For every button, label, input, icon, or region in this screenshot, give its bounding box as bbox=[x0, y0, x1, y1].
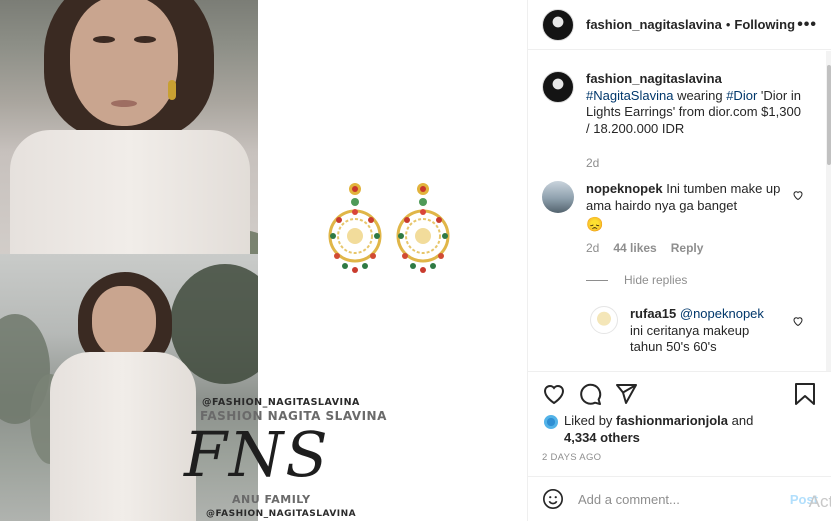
model-photo-top bbox=[0, 0, 258, 254]
likes-prefix: Liked by bbox=[564, 413, 617, 428]
comment-icon[interactable] bbox=[578, 382, 602, 406]
reply-text: ini ceritanya makeup tahun 50's 60's bbox=[630, 322, 750, 355]
watermark-family: ANU FAMILY bbox=[232, 493, 311, 506]
comment-meta: 2d 44 likes Reply bbox=[586, 241, 703, 255]
watermark-handle-top: @FASHION_NAGITASLAVINA bbox=[202, 397, 360, 408]
reply-item: rufaa15 @nopeknopek ini ceritanya makeup… bbox=[590, 306, 780, 356]
post-header: fashion_nagitaslavina • Following ••• bbox=[528, 0, 831, 50]
save-bookmark-icon[interactable] bbox=[794, 382, 816, 406]
like-heart-icon[interactable] bbox=[542, 382, 566, 406]
share-icon[interactable] bbox=[614, 382, 638, 406]
reply-mention[interactable]: @nopeknopek bbox=[680, 306, 764, 321]
hashtag-link[interactable]: #NagitaSlavina bbox=[586, 88, 673, 103]
reply-like-heart-icon[interactable] bbox=[792, 315, 804, 327]
author-username[interactable]: fashion_nagitaslavina bbox=[586, 17, 722, 32]
comment-item: nopeknopek Ini tumben make up ama hairdo… bbox=[542, 181, 786, 233]
caption: fashion_nagitaslavina #NagitaSlavina wea… bbox=[542, 71, 806, 172]
following-button[interactable]: Following bbox=[734, 17, 795, 32]
post-date[interactable]: 2 DAYS AGO bbox=[542, 452, 601, 463]
post-panel: fashion_nagitaslavina • Following ••• fa… bbox=[527, 0, 831, 521]
post-media[interactable]: @FASHION_NAGITASLAVINA FASHION NAGITA SL… bbox=[0, 0, 527, 521]
caption-time[interactable]: 2d bbox=[586, 155, 806, 172]
activate-windows-overlay: Acti bbox=[808, 492, 831, 511]
comment-input[interactable] bbox=[578, 491, 768, 507]
post-actions: Liked by fashionmarionjola and 4,334 oth… bbox=[528, 371, 831, 476]
comment-time[interactable]: 2d bbox=[586, 241, 599, 255]
reply-avatar[interactable] bbox=[590, 306, 618, 334]
hide-replies-button[interactable]: Hide replies bbox=[586, 273, 687, 287]
comment-reply-button[interactable]: Reply bbox=[671, 241, 704, 255]
watermark-handle-bottom: @FASHION_NAGITASLAVINA bbox=[206, 509, 357, 519]
hashtag-link[interactable]: #Dior bbox=[726, 88, 757, 103]
liker-avatar[interactable] bbox=[542, 413, 560, 431]
caption-text: #NagitaSlavina wearing #Dior 'Dior in Li… bbox=[586, 88, 806, 138]
caption-username[interactable]: fashion_nagitaslavina bbox=[586, 71, 806, 88]
comment-likes[interactable]: 44 likes bbox=[613, 241, 656, 255]
caption-text-part: wearing bbox=[673, 87, 727, 103]
likes-middle: and bbox=[728, 413, 754, 428]
hide-replies-label: Hide replies bbox=[624, 273, 688, 287]
author-avatar[interactable] bbox=[542, 8, 574, 41]
more-options-icon[interactable]: ••• bbox=[797, 16, 817, 34]
comment-like-heart-icon[interactable] bbox=[792, 189, 804, 201]
comments-scrollbar[interactable] bbox=[826, 51, 831, 371]
add-comment-bar: Post bbox=[528, 476, 831, 521]
comment-emoji: 😞 bbox=[586, 216, 604, 232]
comments-list[interactable]: fashion_nagitaslavina #NagitaSlavina wea… bbox=[528, 51, 831, 371]
watermark-logo: FNS bbox=[184, 418, 330, 491]
reply-username[interactable]: rufaa15 bbox=[630, 306, 676, 321]
earring-right-image bbox=[396, 183, 450, 273]
earring-left-image bbox=[328, 183, 382, 273]
caption-avatar[interactable] bbox=[542, 71, 574, 103]
likes-summary: Liked by fashionmarionjola and 4,334 oth… bbox=[542, 412, 774, 446]
emoji-icon[interactable] bbox=[542, 488, 564, 510]
commenter-username[interactable]: nopeknopek bbox=[586, 181, 663, 196]
liker-username[interactable]: fashionmarionjola bbox=[616, 413, 728, 428]
likes-count[interactable]: 4,334 others bbox=[564, 429, 774, 446]
commenter-avatar[interactable] bbox=[542, 181, 574, 213]
header-separator: • bbox=[725, 17, 731, 32]
